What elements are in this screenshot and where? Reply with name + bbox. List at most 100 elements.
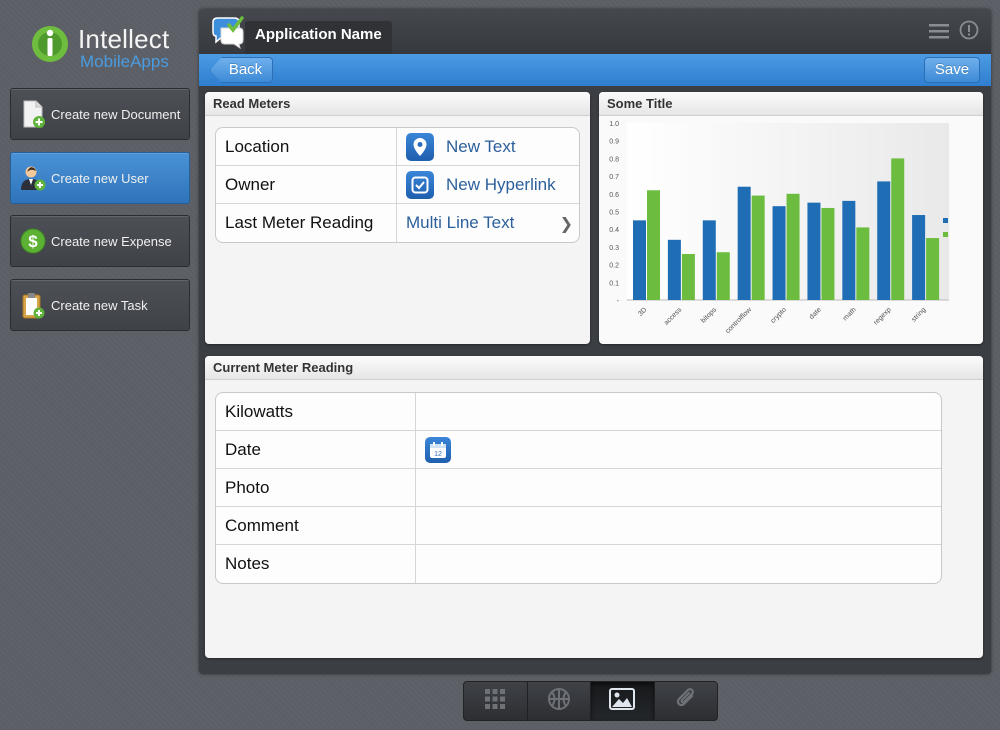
menu-icon[interactable] <box>929 22 949 40</box>
legend-marker <box>943 218 948 223</box>
bar <box>891 158 905 300</box>
y-tick-label: 0.8 <box>609 156 619 163</box>
row-label: Comment <box>216 507 416 544</box>
bar <box>926 238 940 300</box>
bar <box>912 215 926 300</box>
photo-row[interactable]: Photo <box>216 469 941 507</box>
create-user-button[interactable]: Create new User <box>10 152 190 204</box>
grid-button[interactable] <box>464 682 528 720</box>
hyperlink-value[interactable]: New Hyperlink <box>446 175 556 195</box>
location-value[interactable]: New Text <box>397 128 579 165</box>
grid-icon <box>484 688 506 715</box>
location-row[interactable]: Location New Text <box>216 128 579 166</box>
bar <box>807 202 821 300</box>
bar <box>786 193 800 300</box>
comment-row[interactable]: Comment <box>216 507 941 545</box>
bar <box>667 239 681 300</box>
brand-logo: Intellect MobileApps <box>18 20 190 72</box>
current-reading-table: Kilowatts Date 12 Photo Comment Notes <box>215 392 942 584</box>
chart-panel: Some Title 1.0 0.9 0.8 0.7 0.6 0.5 0.4 0.3 0.2 0.… <box>599 92 983 344</box>
bar <box>647 190 660 300</box>
calendar-icon[interactable]: 12 <box>425 436 451 463</box>
last-meter-reading-value[interactable]: Multi Line Text ❯ <box>397 204 579 242</box>
calendar-day-text: 12 <box>434 451 442 458</box>
bar <box>737 186 751 300</box>
app-name-tab: Application Name <box>245 21 392 54</box>
row-value: New Text <box>446 136 516 156</box>
bar <box>856 227 870 300</box>
y-tick-label: - <box>617 298 620 305</box>
row-label: Notes <box>216 545 416 583</box>
x-tick-label: 3D <box>637 306 648 317</box>
title-bar: Application Name <box>199 9 991 54</box>
attachment-button[interactable] <box>655 682 718 720</box>
date-value[interactable]: 12 <box>416 431 941 468</box>
comment-value[interactable] <box>416 507 941 544</box>
map-pin-icon <box>406 132 434 161</box>
read-meters-panel: Read Meters Location New Text Owner New … <box>205 92 590 344</box>
dollar-icon: $ <box>19 227 47 255</box>
bar <box>821 207 835 300</box>
x-tick-label: controlflow <box>724 306 753 335</box>
bar-chart: 1.0 0.9 0.8 0.7 0.6 0.5 0.4 0.3 0.2 0.1 - 3D access b… <box>609 121 949 335</box>
create-expense-button[interactable]: $ Create new Expense <box>10 215 190 267</box>
row-value: Multi Line Text <box>406 213 515 232</box>
save-button[interactable]: Save <box>924 57 980 83</box>
bar <box>751 195 765 300</box>
y-tick-label: 0.5 <box>609 210 619 217</box>
image-button[interactable] <box>591 682 655 720</box>
panel-title: Read Meters <box>205 92 590 116</box>
x-tick-label: regexp <box>873 306 893 326</box>
app-chat-icon <box>209 16 245 50</box>
brand-name: Intellect <box>78 24 170 54</box>
clipboard-add-icon <box>19 291 47 319</box>
x-tick-label: math <box>842 306 858 322</box>
x-tick-label: bitops <box>700 306 719 325</box>
row-label: Kilowatts <box>216 393 416 430</box>
bottom-toolbar <box>463 681 718 721</box>
owner-value[interactable]: New Hyperlink <box>397 166 579 203</box>
create-task-button[interactable]: Create new Task <box>10 279 190 331</box>
row-label: Location <box>216 128 397 165</box>
bar <box>877 181 891 300</box>
notes-row[interactable]: Notes <box>216 545 941 583</box>
checkbox-icon <box>406 170 434 199</box>
photo-value[interactable] <box>416 469 941 506</box>
info-icon[interactable] <box>959 20 979 40</box>
back-button[interactable]: Back <box>210 57 273 83</box>
kilowatts-value[interactable] <box>416 393 941 430</box>
document-add-icon <box>19 100 47 128</box>
navigation-bar: Back Save <box>199 54 991 86</box>
bar <box>772 206 786 300</box>
x-tick-label: access <box>663 306 684 327</box>
owner-row[interactable]: Owner New Hyperlink <box>216 166 579 204</box>
notes-value[interactable] <box>416 545 941 583</box>
y-tick-label: 1.0 <box>609 121 619 128</box>
bar <box>681 253 695 300</box>
sidebar-item-label: Create new Expense <box>51 233 172 249</box>
sidebar-item-label: Create new Task <box>51 297 148 313</box>
user-add-icon <box>19 164 47 192</box>
sidebar-item-label: Create new Document <box>51 106 181 122</box>
main-panel: Application Name Back Save Read Meters L… <box>199 9 991 674</box>
panel-title: Current Meter Reading <box>205 356 983 380</box>
y-tick-label: 0.7 <box>609 174 619 181</box>
basketball-button[interactable] <box>528 682 591 720</box>
x-tick-label: string <box>910 306 927 323</box>
last-meter-reading-row[interactable]: Last Meter Reading Multi Line Text ❯ <box>216 204 579 242</box>
sidebar-item-label: Create new User <box>51 170 149 186</box>
panel-title: Some Title <box>599 92 983 116</box>
bar <box>633 220 646 300</box>
legend-marker <box>943 232 948 237</box>
bar <box>702 220 716 300</box>
y-tick-label: 0.3 <box>609 245 619 252</box>
x-tick-label: crypto <box>770 306 789 325</box>
row-label: Photo <box>216 469 416 506</box>
kilowatts-row[interactable]: Kilowatts <box>216 393 941 431</box>
svg-text:$: $ <box>28 232 38 251</box>
create-document-button[interactable]: Create new Document <box>10 88 190 140</box>
row-label: Last Meter Reading <box>216 204 397 242</box>
y-tick-label: 0.1 <box>609 280 619 287</box>
date-row[interactable]: Date 12 <box>216 431 941 469</box>
x-tick-label: date <box>808 306 823 321</box>
